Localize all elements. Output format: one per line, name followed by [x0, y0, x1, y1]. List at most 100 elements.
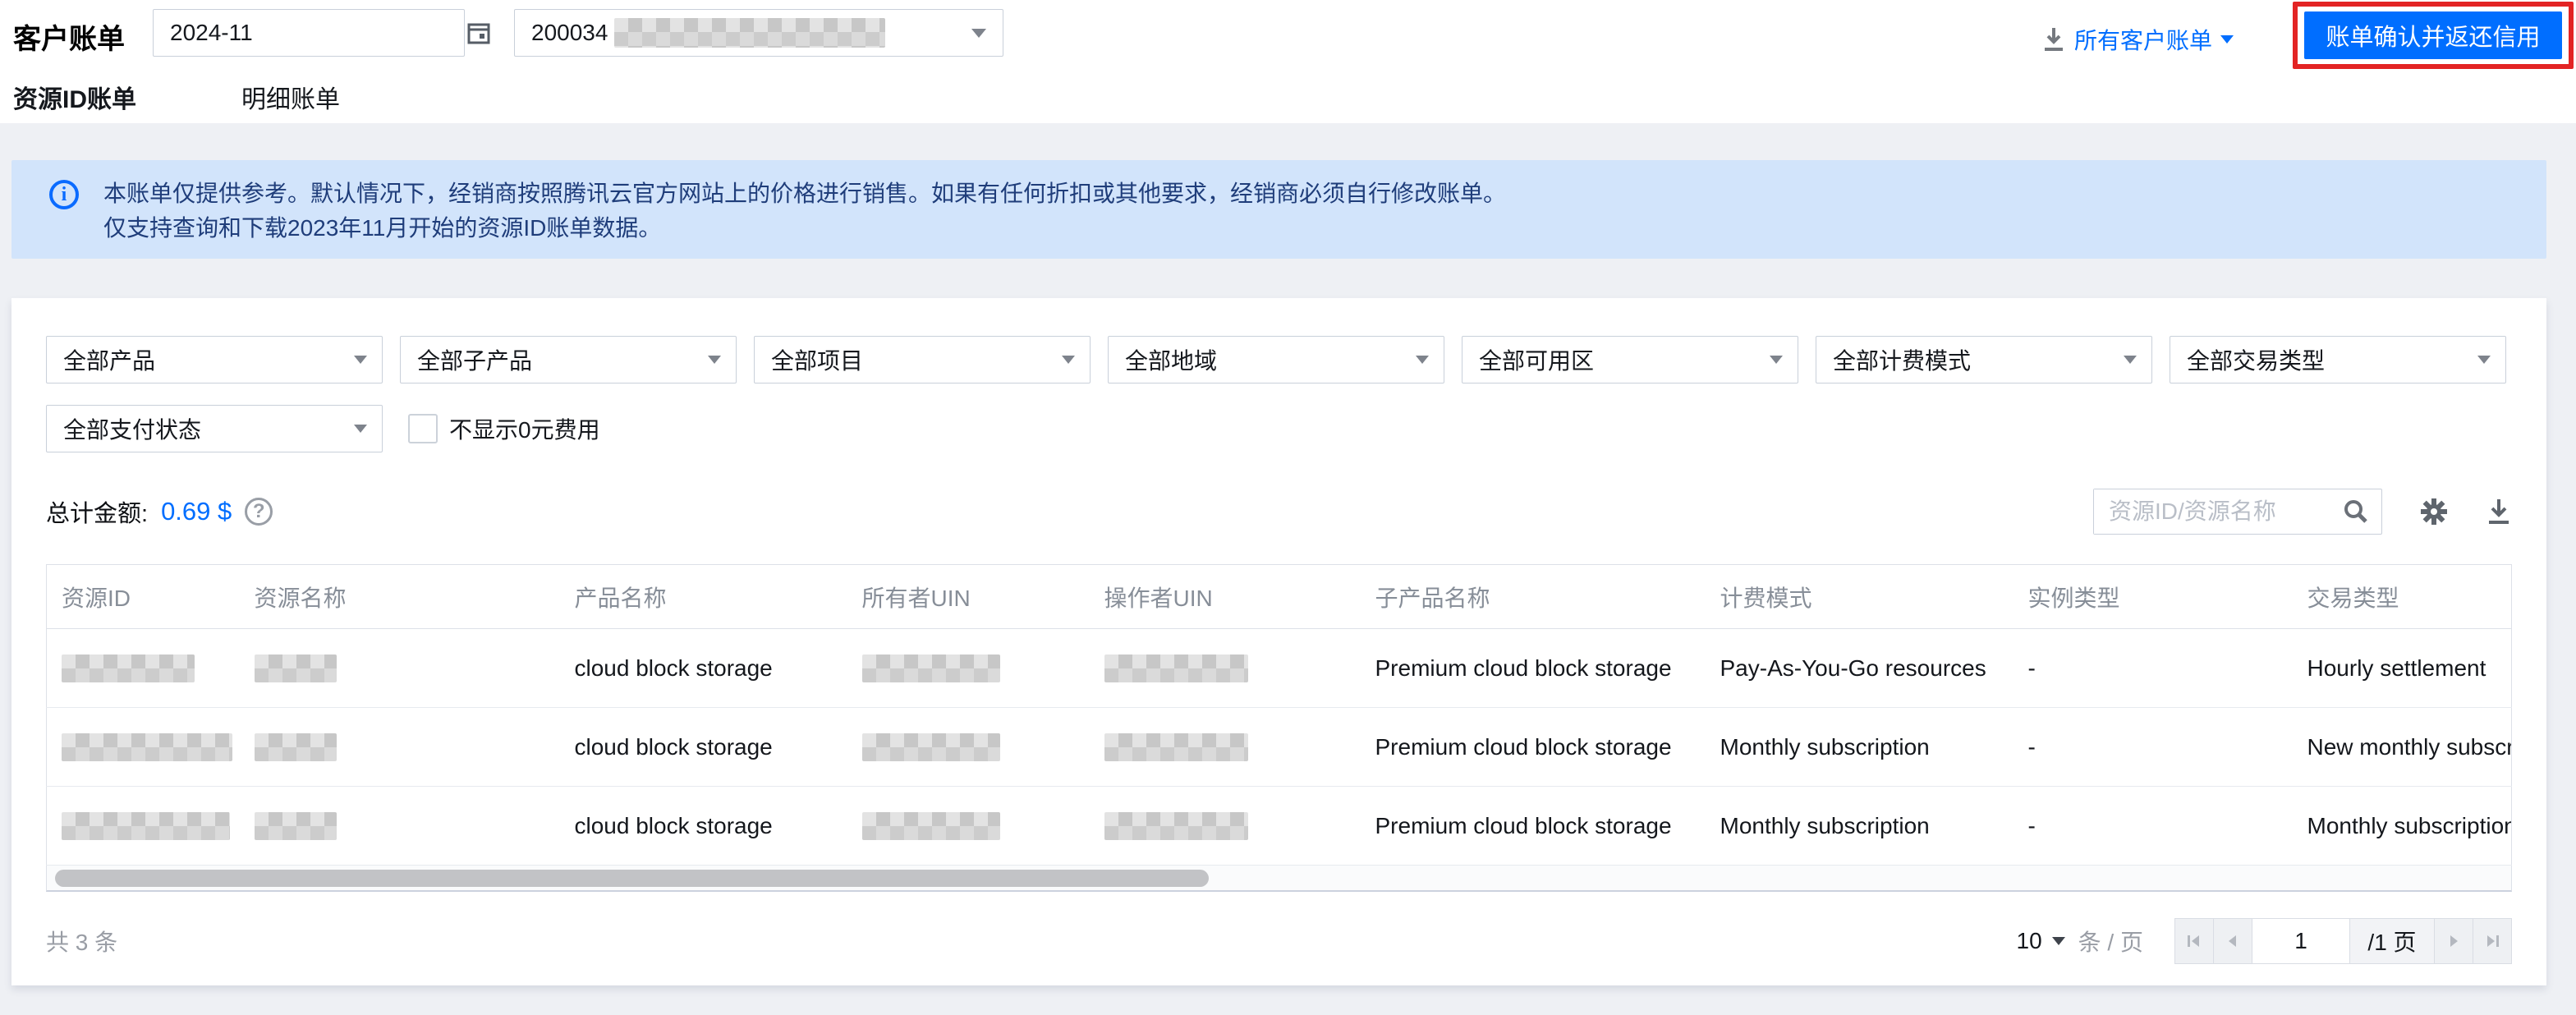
total-amount-label: 总计金额:: [46, 494, 148, 529]
redacted-resource-id: [62, 812, 230, 840]
customer-select[interactable]: 200034: [514, 9, 1003, 57]
cell-transaction-type: New monthly subscription: [2293, 708, 2512, 787]
pager-controls: /1 页: [2174, 918, 2512, 964]
col-transaction-type: 交易类型: [2293, 565, 2512, 629]
search-icon[interactable]: [2330, 489, 2381, 534]
banner-line-2: 仅支持查询和下载2023年11月开始的资源ID账单数据。: [103, 211, 1506, 246]
hide-zero-fee-group: 不显示0元费用: [408, 412, 600, 445]
chevron-down-icon: [2124, 356, 2137, 364]
cell-transaction-type: Monthly subscription refund: [2293, 787, 2512, 866]
table-row: cloud block storage Premium cloud block …: [47, 629, 2512, 708]
gear-icon[interactable]: [2420, 498, 2448, 526]
info-banner: i 本账单仅提供参考。默认情况下，经销商按照腾讯云官方网站上的价格进行销售。如果…: [11, 160, 2546, 259]
content-area: i 本账单仅提供参考。默认情况下，经销商按照腾讯云官方网站上的价格进行销售。如果…: [0, 123, 2576, 1015]
col-owner-uin: 所有者UIN: [847, 565, 1090, 629]
filter-payment-status[interactable]: 全部支付状态: [46, 405, 383, 452]
cell-product-name: cloud block storage: [560, 708, 847, 787]
billing-month-picker[interactable]: [153, 9, 465, 57]
page-number-cell: [2252, 918, 2350, 964]
filter-region[interactable]: 全部地域: [1108, 336, 1444, 383]
redacted-owner-uin: [862, 812, 1000, 840]
horizontal-scrollbar[interactable]: [46, 866, 2512, 892]
cell-instance-type: -: [2014, 629, 2293, 708]
cell-instance-type: -: [2014, 787, 2293, 866]
filter-product[interactable]: 全部产品: [46, 336, 383, 383]
download-icon[interactable]: [2041, 26, 2066, 53]
cell-subproduct-name: Premium cloud block storage: [1361, 708, 1706, 787]
redacted-owner-uin: [862, 654, 1000, 682]
redacted-resource-id: [62, 733, 232, 761]
redacted-resource-id: [62, 654, 195, 682]
page-number-input[interactable]: [2252, 919, 2349, 963]
filter-subproduct[interactable]: 全部子产品: [400, 336, 737, 383]
table-header-row: 资源ID 资源名称 产品名称 所有者UIN 操作者UIN 子产品名称 计费模式 …: [47, 565, 2512, 629]
redacted-resource-name: [255, 733, 337, 761]
chevron-down-icon: [1770, 356, 1783, 364]
all-customer-bills-label: 所有客户账单: [2074, 23, 2212, 56]
calendar-icon[interactable]: [466, 21, 491, 45]
help-icon[interactable]: ?: [245, 498, 273, 526]
chevron-down-icon: [1062, 356, 1075, 364]
cell-product-name: cloud block storage: [560, 629, 847, 708]
bill-card: 全部产品 全部子产品 全部项目 全部地域 全部可用区 全部计费模式 全部交易类型…: [11, 298, 2546, 985]
filter-transaction-type[interactable]: 全部交易类型: [2170, 336, 2506, 383]
page-first-icon: [2185, 932, 2203, 950]
cell-billing-mode: Pay-As-You-Go resources: [1706, 629, 2014, 708]
filter-row-1: 全部产品 全部子产品 全部项目 全部地域 全部可用区 全部计费模式 全部交易类型: [46, 336, 2512, 383]
filter-row-2: 全部支付状态 不显示0元费用: [46, 405, 2512, 452]
cell-subproduct-name: Premium cloud block storage: [1361, 629, 1706, 708]
total-count: 共 3 条: [46, 925, 117, 958]
pagination: 10 条 / 页: [2017, 918, 2513, 964]
redacted-resource-name: [255, 654, 337, 682]
chevron-down-icon: [2477, 356, 2491, 364]
filter-zone[interactable]: 全部可用区: [1462, 336, 1798, 383]
resource-search-box: [2093, 489, 2382, 535]
billing-month-input[interactable]: [170, 20, 466, 46]
col-resource-name: 资源名称: [240, 565, 560, 629]
chevron-down-icon: [971, 29, 986, 38]
page-size-select[interactable]: 10: [2017, 928, 2065, 954]
all-customer-bills-link[interactable]: 所有客户账单: [2041, 23, 2234, 56]
last-page-button[interactable]: [2473, 918, 2512, 964]
redacted-owner-uin: [862, 733, 1000, 761]
prev-page-button[interactable]: [2213, 918, 2252, 964]
cell-product-name: cloud block storage: [560, 787, 847, 866]
table-row: cloud block storage Premium cloud block …: [47, 787, 2512, 866]
cell-billing-mode: Monthly subscription: [1706, 708, 2014, 787]
cell-instance-type: -: [2014, 708, 2293, 787]
total-pages-label: /1 页: [2349, 918, 2435, 964]
hide-zero-fee-label: 不显示0元费用: [449, 412, 600, 445]
chevron-down-icon: [1416, 356, 1429, 364]
page-last-icon: [2483, 932, 2501, 950]
cell-subproduct-name: Premium cloud block storage: [1361, 787, 1706, 866]
confirm-bill-return-credit-button[interactable]: 账单确认并返还信用: [2304, 11, 2562, 59]
banner-line-1: 本账单仅提供参考。默认情况下，经销商按照腾讯云官方网站上的价格进行销售。如果有任…: [103, 177, 1506, 211]
redacted-operator-uin: [1104, 733, 1248, 761]
chevron-down-icon: [2052, 937, 2065, 945]
chevron-down-icon: [354, 356, 367, 364]
download-icon[interactable]: [2486, 498, 2512, 526]
resource-bill-table: 资源ID 资源名称 产品名称 所有者UIN 操作者UIN 子产品名称 计费模式 …: [46, 564, 2512, 866]
col-billing-mode: 计费模式: [1706, 565, 2014, 629]
table-footer: 共 3 条 10 条 / 页: [46, 918, 2512, 964]
red-annotation-highlight: 账单确认并返还信用: [2293, 2, 2574, 69]
cell-transaction-type: Hourly settlement: [2293, 629, 2512, 708]
redacted-operator-uin: [1104, 812, 1248, 840]
per-page-label: 条 / 页: [2078, 925, 2143, 958]
total-amount-value: 0.69 $: [161, 497, 232, 526]
resource-search-input[interactable]: [2094, 489, 2330, 534]
hide-zero-fee-checkbox[interactable]: [408, 414, 438, 443]
next-page-button[interactable]: [2434, 918, 2473, 964]
col-operator-uin: 操作者UIN: [1090, 565, 1361, 629]
col-resource-id: 资源ID: [47, 565, 240, 629]
filter-project[interactable]: 全部项目: [754, 336, 1091, 383]
first-page-button[interactable]: [2174, 918, 2214, 964]
scrollbar-thumb[interactable]: [55, 870, 1209, 887]
summary-row: 总计金额: 0.69 $ ?: [46, 489, 2512, 535]
filter-billing-mode[interactable]: 全部计费模式: [1816, 336, 2152, 383]
page-next-icon: [2445, 932, 2463, 950]
top-bar: 客户账单 200034 所有客户账单: [0, 0, 2576, 123]
col-instance-type: 实例类型: [2014, 565, 2293, 629]
table-toolbar: [2093, 489, 2512, 535]
col-subproduct-name: 子产品名称: [1361, 565, 1706, 629]
